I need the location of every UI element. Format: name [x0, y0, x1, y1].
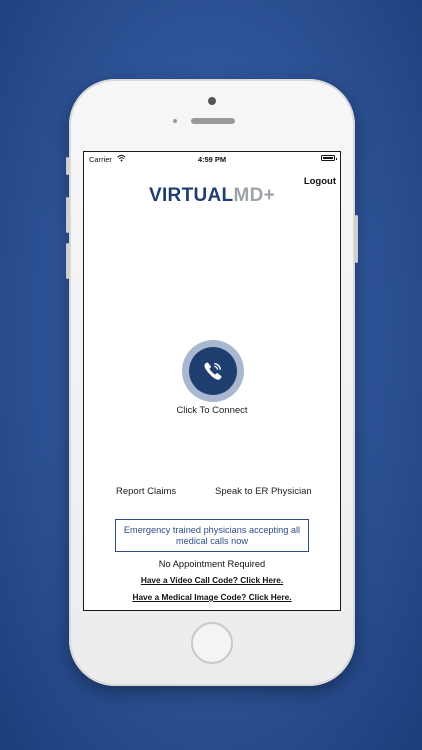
- medical-image-code-link[interactable]: Have a Medical Image Code? Click Here.: [84, 592, 340, 602]
- volume-down-button: [66, 243, 69, 279]
- proximity-sensor: [173, 119, 177, 123]
- silent-switch: [66, 157, 69, 175]
- phone-frame: Carrier 4:59 PM Logout VIRTUALMD+ Click: [66, 79, 358, 686]
- info-banner: Emergency trained physicians accepting a…: [115, 519, 309, 552]
- earpiece-speaker: [191, 118, 235, 124]
- call-button-inner: [189, 347, 237, 395]
- volume-up-button: [66, 197, 69, 233]
- app-logo: VIRTUALMD+: [84, 185, 340, 207]
- status-time: 4:59 PM: [197, 155, 227, 164]
- info-banner-text: Emergency trained physicians accepting a…: [123, 524, 301, 546]
- status-bar: Carrier 4:59 PM: [84, 152, 340, 166]
- no-appointment-text: No Appointment Required: [158, 559, 266, 569]
- app-screen: Carrier 4:59 PM Logout VIRTUALMD+ Click: [83, 151, 341, 611]
- logo-text-md: MD+: [233, 185, 275, 206]
- connect-call-button[interactable]: [182, 340, 244, 402]
- battery-icon: [321, 155, 337, 161]
- report-claims-link[interactable]: Report Claims: [116, 486, 176, 497]
- home-button[interactable]: [191, 622, 233, 664]
- video-call-code-link[interactable]: Have a Video Call Code? Click Here.: [84, 575, 340, 585]
- speak-er-physician-link[interactable]: Speak to ER Physician: [215, 486, 312, 497]
- power-button: [355, 215, 358, 263]
- logo-text-virtual: VIRTUAL: [149, 185, 234, 206]
- camera: [208, 97, 216, 105]
- phone-call-icon: [204, 362, 222, 380]
- connect-label: Click To Connect: [176, 405, 248, 416]
